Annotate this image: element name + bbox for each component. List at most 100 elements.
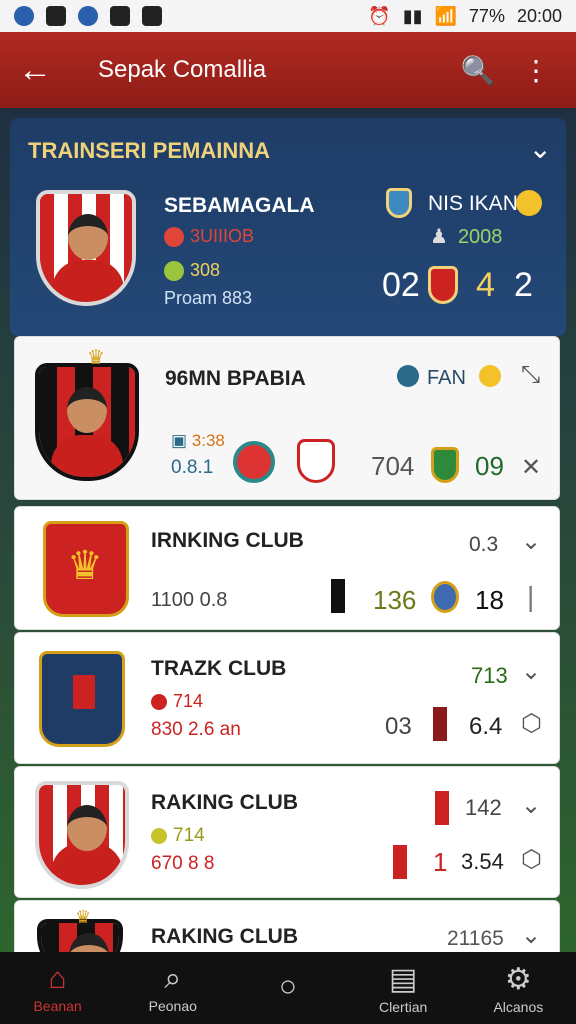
player-crest (35, 781, 129, 889)
club-name: TRAZK CLUB (151, 657, 287, 680)
nav-label: Peonao (148, 998, 197, 1014)
puzzle-icon (142, 6, 162, 26)
featured-panel: TRAINSERI PEMAINNA ⌄ SEBAMAGALA 3UIIIOB … (10, 118, 566, 336)
player-crest (36, 190, 136, 306)
chevron-down-icon[interactable]: ⌄ (521, 791, 541, 820)
more-menu-icon[interactable]: ⋮ (514, 54, 558, 87)
club-right-value: 18 (475, 585, 504, 615)
clock: 20:00 (516, 5, 562, 26)
app-notification-icon (14, 6, 34, 26)
nav-home[interactable]: ⌂ Beanan (3, 962, 113, 1014)
card-tag: FAN (427, 367, 466, 389)
search-icon[interactable]: 🔍 (456, 54, 500, 87)
crown-icon: ♛ (75, 907, 92, 927)
player-figure-icon (331, 579, 345, 613)
status-bar: ⏰ ▮▮ 📶 77% 20:00 (0, 0, 576, 32)
nav-settings[interactable]: ⚙ Alcanos (463, 962, 573, 1015)
club-stat-2: 670 8 8 (151, 853, 215, 874)
wifi-icon: 📶 (434, 5, 457, 26)
stat-icon (151, 827, 167, 844)
nav-label: Clertian (379, 998, 428, 1015)
chevron-down-icon[interactable]: ⌄ (521, 921, 541, 950)
player-name: 96MN BPABIA (165, 367, 306, 390)
status-icons-right: ⏰ ▮▮ 📶 77% 20:00 (368, 6, 562, 27)
player-icon: ♟ (430, 226, 448, 248)
crown-icon: ♛ (87, 347, 105, 369)
player-figure-icon (433, 707, 447, 741)
featured-stat-2: 308 (164, 260, 220, 282)
club-crest (428, 266, 458, 304)
player-card[interactable]: ♛ 96MN BPABIA FAN ⤡ ▣ 3:38 0.8.1 704 09 … (14, 336, 560, 500)
info-icon (397, 365, 419, 387)
player-crest (35, 363, 139, 481)
score-a: 02 (382, 266, 420, 304)
club-right-top: 0.3 (469, 533, 499, 556)
club-right-value: 3.54 (461, 849, 504, 874)
club-right-top: 21165 (447, 927, 504, 950)
club-card[interactable]: TRAZK CLUB 713 ⌄ 714 830 2.6 an 03 6.4 ⬡ (14, 632, 560, 764)
mail-icon (46, 6, 66, 26)
club-card[interactable]: ♛ RAKING CLUB 21165 ⌄ (14, 900, 560, 979)
nav-center[interactable]: ○ (233, 970, 343, 1006)
club-right-top: 713 (471, 663, 508, 688)
circle-icon: ○ (278, 970, 298, 1003)
archive-icon: ▤ (388, 962, 418, 996)
club-name: IRNKING CLUB (151, 529, 304, 552)
chevron-down-icon[interactable]: ⌄ (529, 132, 552, 165)
close-icon[interactable]: ✕ (521, 453, 541, 482)
crown-icon: ♛ (67, 544, 103, 588)
club-stat-2: 830 2.6 an (151, 719, 241, 740)
score-b: 4 (476, 266, 495, 304)
club-badge (233, 441, 275, 483)
opponent-value: ♟ 2008 (430, 226, 503, 248)
nav-collection[interactable]: ▤ Clertian (348, 962, 458, 1015)
opponent-crest (386, 188, 412, 218)
coin-icon (516, 190, 542, 216)
card-stat-2: 0.8.1 (171, 457, 214, 478)
stat-icon (164, 227, 184, 248)
search-page-icon: ⌕ (164, 962, 182, 995)
nav-search[interactable]: ⌕ Peonao (118, 962, 228, 1014)
nav-label: Beanan (33, 998, 82, 1014)
player-figure-icon (73, 675, 95, 709)
club-name: RAKING CLUB (151, 925, 298, 948)
club-score: 03 (385, 713, 412, 740)
card-score: 704 (371, 451, 415, 481)
club-right-value: 6.4 (469, 713, 503, 740)
featured-player-name: SEBAMAGALA (164, 194, 315, 217)
stat-icon (164, 261, 184, 282)
settings-icon: ⚙ (504, 962, 532, 996)
chevron-down-icon[interactable]: ⌄ (521, 657, 541, 686)
club-stat-1: 714 (151, 691, 203, 712)
score-c: 2 (514, 266, 533, 304)
club-stat-1: 714 (151, 825, 205, 847)
player-figure-icon (435, 791, 449, 825)
section-title: TRAINSERI PEMAINNA (28, 138, 271, 163)
club-card[interactable]: ♛ IRNKING CLUB 0.3 ⌄ 1100 0.8 136 18 | (14, 506, 560, 630)
hexagon-icon[interactable]: ⬡ (521, 845, 542, 874)
app-notification-icon (78, 6, 98, 26)
alarm-icon: ⏰ (368, 5, 391, 26)
divider-icon: | (527, 581, 535, 612)
back-arrow-icon[interactable]: ← (18, 51, 78, 90)
club-score: 136 (373, 585, 417, 615)
club-stat: 1100 0.8 (151, 589, 228, 611)
player-figure-icon (393, 845, 407, 879)
battery-level: 77% (468, 5, 505, 26)
featured-stat-1: 3UIIIOB (164, 226, 254, 248)
club-name: RAKING CLUB (151, 791, 298, 814)
signal-icon: ▮▮ (402, 5, 423, 26)
featured-stat-3: Proam 883 (164, 288, 253, 308)
opponent-name: NIS IKAN (428, 192, 518, 215)
club-crest (431, 447, 459, 483)
home-icon: ⌂ (48, 962, 67, 995)
club-card[interactable]: RAKING CLUB 142 ⌄ 714 670 8 8 1 3.54 ⬡ (14, 766, 560, 898)
expand-icon[interactable]: ⤡ (521, 361, 540, 389)
card-right-value: 09 (475, 451, 504, 481)
hexagon-icon[interactable]: ⬡ (521, 709, 542, 738)
app-bar: ← Sepak Comallia 🔍 ⋮ (0, 32, 576, 108)
bottom-navigation: ⌂ Beanan ⌕ Peonao ○ ▤ Clertian ⚙ Alcanos (0, 952, 576, 1024)
club-badge (431, 581, 459, 613)
chevron-down-icon[interactable]: ⌄ (521, 527, 541, 556)
club-crest (297, 439, 335, 483)
